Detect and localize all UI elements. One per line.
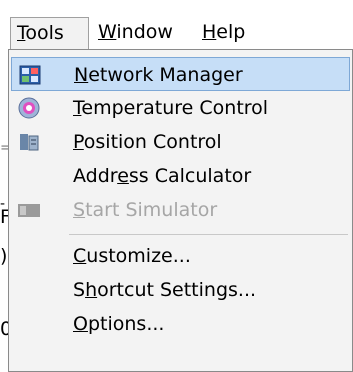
menu-help-label: elp — [216, 21, 246, 43]
menu-item-options[interactable]: Options... — [11, 307, 350, 341]
menu-item-network-manager[interactable]: Network Manager — [11, 57, 350, 91]
menu-item-label: Start Simulator — [73, 199, 218, 221]
temperature-control-icon — [18, 97, 40, 119]
menu-item-label: Customize... — [73, 245, 191, 267]
start-simulator-icon — [18, 204, 40, 217]
menu-tools-label: ools — [25, 22, 64, 44]
menu-help[interactable]: Help — [196, 17, 256, 50]
menu-window[interactable]: Window — [92, 17, 190, 50]
menu-item-customize[interactable]: Customize... — [11, 239, 350, 273]
background-fragment: ) — [0, 245, 8, 267]
network-manager-icon — [19, 65, 41, 85]
menu-item-address-calculator[interactable]: Address Calculator — [11, 159, 350, 193]
menu-window-mnemonic: W — [98, 21, 117, 43]
menu-bar: Tools Window Help — [0, 0, 353, 50]
position-control-icon — [20, 134, 39, 151]
menu-item-label: Network Manager — [74, 64, 243, 86]
menu-item-position-control[interactable]: Position Control — [11, 125, 350, 159]
menu-item-start-simulator: Start Simulator — [11, 193, 350, 227]
menu-separator — [69, 234, 348, 235]
menu-item-label: Temperature Control — [73, 97, 269, 119]
menu-item-label: Position Control — [73, 131, 222, 153]
tools-dropdown-menu: Network Manager Temperature Control Posi… — [8, 49, 353, 372]
menu-window-label: indow — [116, 21, 173, 43]
menu-item-shortcut-settings[interactable]: Shortcut Settings... — [11, 273, 350, 307]
menu-item-temperature-control[interactable]: Temperature Control — [11, 91, 350, 125]
menu-item-label: Address Calculator — [73, 165, 252, 187]
menu-item-label: Shortcut Settings... — [73, 279, 257, 301]
menu-help-mnemonic: H — [202, 21, 217, 43]
menu-tools[interactable]: Tools — [10, 17, 89, 50]
menu-item-label: Options... — [73, 313, 165, 335]
